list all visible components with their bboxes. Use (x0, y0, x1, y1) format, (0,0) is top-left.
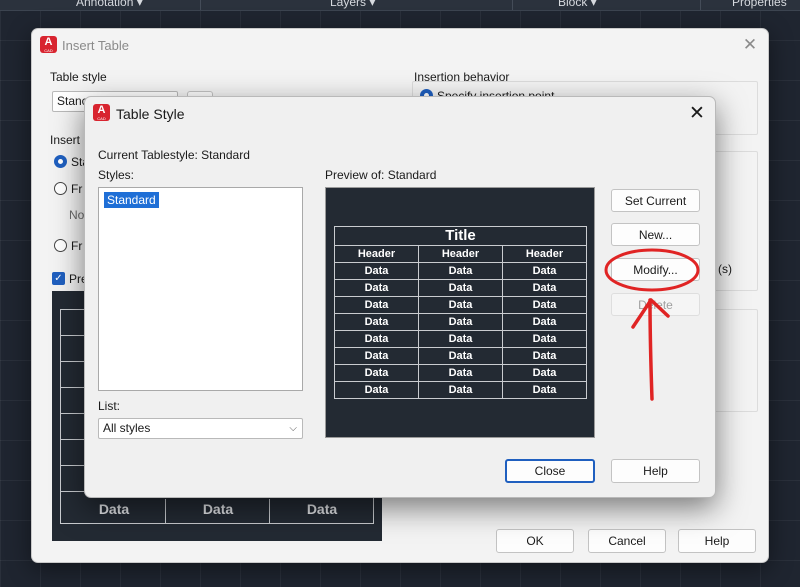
preview-data-row: Data Data Data (334, 364, 587, 382)
preview-title-cell: Title (334, 226, 587, 246)
styles-label: Styles: (98, 168, 135, 182)
preview-data-cell: Data (418, 262, 503, 280)
style-preview: Title Header Header Header Data Data Data Data D… (325, 187, 595, 438)
preview-data-cell: Data (502, 296, 587, 314)
data-link-select-value[interactable]: No (69, 208, 84, 222)
close-icon[interactable]: ✕ (686, 104, 708, 123)
help-button[interactable]: Help (611, 459, 700, 483)
new-button[interactable]: New... (611, 223, 700, 246)
preview-label: Preview of: Standard (325, 168, 437, 182)
preview-header-row: Header Header Header (334, 245, 587, 263)
ribbon-separator (700, 0, 701, 10)
set-current-button[interactable]: Set Current (611, 189, 700, 212)
preview-grid-line (60, 523, 374, 524)
preview-data-cell: Data (334, 330, 419, 348)
preview-data-row: Data Data Data (334, 262, 587, 280)
preview-data-row: Data Data Data (334, 313, 587, 331)
app-icon-sub: CAD (97, 116, 106, 121)
preview-data-cell: Data (418, 330, 503, 348)
delete-button[interactable]: Delete (611, 293, 700, 316)
ribbon-block-tab[interactable]: Block ▾ (558, 0, 597, 9)
preview-data-cell: Data (202, 501, 234, 517)
preview-data-row: Data Data Data (334, 330, 587, 348)
preview-data-cell: Data (418, 381, 503, 399)
insert-options-label: Insert (50, 133, 81, 147)
preview-data-row: Data Data Data (334, 279, 587, 297)
dialog-title: Table Style (116, 106, 185, 122)
ribbon-properties-tab[interactable]: Properties (732, 0, 787, 9)
preview-data-cell: Data (502, 262, 587, 280)
preview-data-cell: Data (334, 381, 419, 399)
preview-data-cell: Data (334, 347, 419, 365)
preview-data-cell: Data (418, 313, 503, 331)
preview-data-cell: Data (502, 381, 587, 399)
preview-table: Title Header Header Header Data Data Data Data D… (334, 226, 587, 399)
dialog-title: Insert Table (62, 38, 129, 53)
preview-data-cell: Data (334, 262, 419, 280)
table-style-dialog: A CAD Table Style ✕ Current Tablestyle: … (84, 96, 716, 498)
list-filter-value: All styles (103, 421, 151, 435)
chevron-down-icon: ⌵ (289, 423, 297, 434)
from-object-radio[interactable] (54, 239, 67, 252)
style-item-standard[interactable]: Standard (104, 192, 159, 208)
preview-data-cell: Data (334, 279, 419, 297)
preview-data-cell: Data (502, 330, 587, 348)
preview-data-row: Data Data Data (334, 347, 587, 365)
styles-list[interactable]: Standard (98, 187, 303, 391)
start-empty-radio[interactable] (54, 155, 67, 168)
current-tablestyle-label: Current Tablestyle: Standard (98, 148, 250, 162)
from-data-link-radio[interactable] (54, 182, 67, 195)
app-icon-letter: A (44, 36, 53, 48)
preview-title-row: Title (334, 226, 587, 246)
preview-data-cell: Data (334, 313, 419, 331)
preview-header-cell: Header (418, 245, 503, 263)
close-icon[interactable]: ✕ (740, 36, 760, 53)
ribbon-layers-tab[interactable]: Layers ▾ (330, 0, 375, 9)
rows-suffix-label: (s) (718, 262, 732, 276)
app-icon-letter: A (97, 104, 106, 116)
cancel-button[interactable]: Cancel (588, 529, 666, 553)
preview-data-cell: Data (502, 364, 587, 382)
preview-checkbox[interactable]: ✓ (52, 272, 65, 285)
preview-data-cell: Data (418, 279, 503, 297)
list-label: List: (98, 399, 121, 413)
ok-button[interactable]: OK (496, 529, 574, 553)
preview-data-cell: Data (334, 364, 419, 382)
table-style-label: Table style (50, 70, 107, 84)
preview-data-row: Data Data Data (334, 381, 587, 399)
preview-header-cell: Header (502, 245, 587, 263)
preview-data-cell: Data (502, 313, 587, 331)
preview-data-cell: Data (98, 501, 130, 517)
preview-grid-line (60, 309, 61, 523)
preview-data-cell: Data (418, 347, 503, 365)
ribbon-panel-bar: Annotation ▾ Layers ▾ Block ▾ Properties (0, 0, 800, 11)
autocad-app-icon: A CAD (40, 36, 57, 53)
from-object-label: Fr (71, 239, 83, 253)
preview-data-row: Data Data Data (334, 296, 587, 314)
ribbon-separator (200, 0, 201, 10)
preview-header-cell: Header (334, 245, 419, 263)
ribbon-separator (512, 0, 513, 10)
close-button[interactable]: Close (505, 459, 595, 483)
app-icon-sub: CAD (44, 48, 53, 53)
preview-data-cell: Data (502, 279, 587, 297)
modify-button[interactable]: Modify... (611, 258, 700, 281)
help-button[interactable]: Help (678, 529, 756, 553)
preview-data-cell: Data (418, 296, 503, 314)
list-filter-select[interactable]: All styles ⌵ (98, 418, 303, 439)
preview-data-cell: Data (418, 364, 503, 382)
from-data-link-label: Fr (71, 182, 83, 196)
preview-data-cell: Data (334, 296, 419, 314)
preview-data-cell: Data (502, 347, 587, 365)
autocad-app-icon: A CAD (93, 104, 110, 121)
preview-data-cell: Data (306, 501, 338, 517)
ribbon-annotation-tab[interactable]: Annotation ▾ (76, 0, 143, 9)
